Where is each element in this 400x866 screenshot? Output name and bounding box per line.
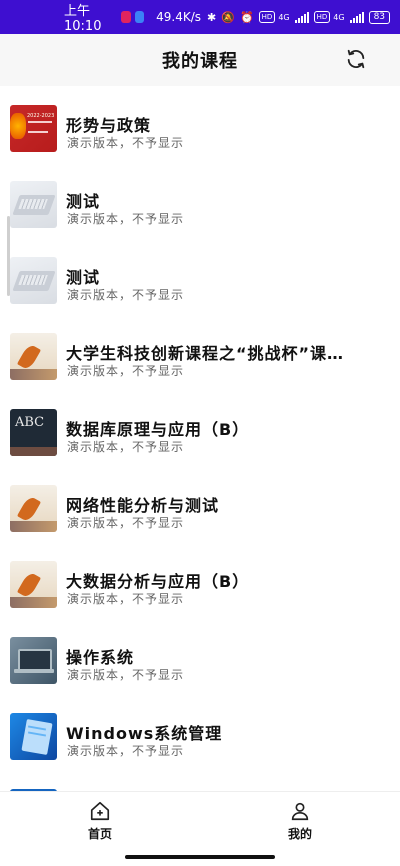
bottom-nav: 首页 我的: [0, 791, 400, 852]
home-indicator[interactable]: [125, 855, 275, 859]
course-thumbnail: [10, 561, 57, 608]
signal-icon: [294, 11, 309, 23]
course-subtitle: 演示版本，不予显示: [67, 744, 185, 758]
course-thumbnail: [10, 181, 57, 228]
app-notification-icon: [134, 11, 145, 23]
course-item[interactable]: 测试 演示版本，不予显示: [0, 162, 400, 238]
home-icon: [90, 801, 110, 821]
nav-home[interactable]: 首页: [0, 792, 200, 852]
course-subtitle: 演示版本，不予显示: [67, 136, 185, 150]
app-header: 我的课程: [0, 34, 400, 86]
hd-badge: HD: [313, 11, 331, 23]
course-item[interactable]: 大学生科技创新课程之“挑战杯”课… 演示版本，不予显示: [0, 314, 400, 390]
course-thumbnail: 2022-2023: [10, 105, 57, 152]
course-item[interactable]: [0, 770, 400, 791]
course-title: 测试: [66, 192, 101, 211]
course-list[interactable]: 2022-2023 形势与政策 演示版本，不予显示 测试 演示版本，不予显示 测…: [0, 86, 400, 791]
course-title: 大数据分析与应用（B）: [66, 572, 250, 591]
course-item[interactable]: 操作系统 演示版本，不予显示: [0, 618, 400, 694]
course-item[interactable]: 2022-2023 形势与政策 演示版本，不予显示: [0, 86, 400, 162]
course-thumbnail: [10, 485, 57, 532]
course-title: 形势与政策: [66, 116, 152, 135]
course-item[interactable]: Windows系统管理 演示版本，不予显示: [0, 694, 400, 770]
nav-mine[interactable]: 我的: [200, 792, 400, 852]
course-thumbnail: [10, 637, 57, 684]
mute-icon: 🔕: [221, 10, 235, 24]
user-icon: [291, 802, 309, 821]
hd-badge: HD: [258, 11, 276, 23]
course-item[interactable]: 大数据分析与应用（B） 演示版本，不予显示: [0, 542, 400, 618]
refresh-button[interactable]: [344, 47, 368, 71]
course-title: 大学生科技创新课程之“挑战杯”课…: [66, 344, 345, 363]
thumbnail-text: ABC: [15, 415, 45, 430]
course-title: 数据库原理与应用（B）: [66, 420, 250, 439]
course-item[interactable]: 网络性能分析与测试 演示版本，不予显示: [0, 466, 400, 542]
course-subtitle: 演示版本，不予显示: [67, 592, 185, 606]
alarm-icon: ⏰: [239, 10, 254, 24]
course-item[interactable]: ABC 数据库原理与应用（B） 演示版本，不予显示: [0, 390, 400, 466]
app-notification-icon: [120, 11, 131, 23]
nav-mine-label: 我的: [287, 827, 312, 841]
course-thumbnail: [10, 257, 57, 304]
network-speed: 49.4K/s: [156, 10, 202, 24]
course-item[interactable]: 测试 演示版本，不予显示: [0, 238, 400, 314]
page-title: 我的课程: [162, 51, 238, 72]
course-subtitle: 演示版本，不予显示: [67, 288, 185, 302]
nav-home-label: 首页: [87, 827, 112, 841]
course-subtitle: 演示版本，不予显示: [67, 212, 185, 226]
thumbnail-text: 2022-2023: [27, 113, 55, 119]
course-thumbnail: [10, 713, 57, 760]
refresh-icon: [347, 49, 365, 69]
course-subtitle: 演示版本，不予显示: [67, 440, 185, 454]
course-thumbnail: [10, 333, 57, 380]
course-subtitle: 演示版本，不予显示: [67, 364, 185, 378]
signal-icon: [349, 11, 364, 23]
network-gen-label: 4G: [333, 12, 345, 22]
course-subtitle: 演示版本，不予显示: [67, 668, 185, 682]
battery-icon: 83: [368, 10, 391, 24]
course-title: 网络性能分析与测试: [66, 496, 220, 515]
status-bar: 上午10:10 49.4K/s ✱ 🔕 ⏰ HD 4G HD 4G 83: [0, 0, 400, 34]
status-time: 上午10:10: [64, 4, 102, 34]
course-thumbnail: ABC: [10, 409, 57, 456]
course-title: Windows系统管理: [66, 724, 223, 743]
network-gen-label: 4G: [278, 12, 290, 22]
course-title: 操作系统: [66, 648, 135, 667]
course-title: 测试: [66, 268, 101, 287]
course-subtitle: 演示版本，不予显示: [67, 516, 185, 530]
bluetooth-icon: ✱: [207, 10, 217, 24]
